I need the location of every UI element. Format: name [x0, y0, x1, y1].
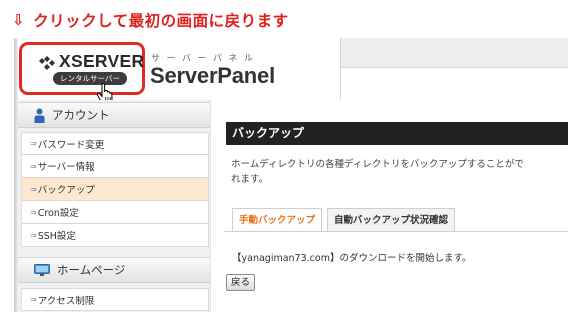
arrow-bullet-icon: ⇒: [30, 139, 37, 148]
logo-badge: レンタルサーバー: [53, 72, 127, 85]
sidebar-item-password[interactable]: ⇒ パスワード変更: [21, 132, 209, 155]
down-arrow-icon: ⇩: [12, 11, 26, 29]
description-line-1: ホームディレクトリの各種ディレクトリをバックアップすることがで: [231, 159, 524, 170]
arrow-bullet-icon: ⇒: [30, 230, 37, 240]
sidebar-item-server-info[interactable]: ⇒ サーバー情報: [21, 155, 209, 178]
brand-title: ServerPanel: [150, 63, 275, 88]
sidebar-item-label: アクセス制限: [37, 295, 95, 307]
download-message: 【yanagiman73.com】のダウンロードを開始します。: [232, 253, 472, 264]
monitor-icon: [34, 263, 50, 276]
instruction-text: クリックして最初の画面に戻ります: [33, 12, 289, 30]
sidebar-section-account[interactable]: アカウント: [18, 102, 210, 128]
instruction-annotation: ⇩ クリックして最初の画面に戻ります: [12, 9, 289, 31]
sidebar-item-backup[interactable]: ⇒ バックアップ: [21, 178, 209, 201]
sidebar-section-title: アカウント: [52, 108, 110, 122]
tabs-divider: [224, 231, 568, 232]
sidebar-item-label: サーバー情報: [37, 162, 95, 173]
arrow-bullet-icon: ⇒: [30, 161, 37, 171]
sidebar-item-label: Cron設定: [37, 208, 79, 219]
sidebar: アカウント ⇒ パスワード変更 ⇒ サーバー情報 ⇒ バックアップ ⇒ Cron…: [18, 100, 210, 312]
header-right-area: [340, 68, 568, 100]
page-title: バックアップ: [226, 122, 568, 145]
header-top-bar: [340, 38, 568, 68]
page-description: ホームディレクトリの各種ディレクトリをバックアップすることがで れます。: [231, 157, 561, 187]
main-content: バックアップ ホームディレクトリの各種ディレクトリをバックアップすることがで れ…: [210, 100, 568, 312]
back-button[interactable]: 戻る: [226, 274, 256, 291]
sidebar-item-cron[interactable]: ⇒ Cron設定: [21, 201, 209, 224]
tab-manual-backup[interactable]: 手動バックアップ: [232, 208, 323, 231]
logo-text: XSERVER: [59, 51, 145, 71]
content-divider: [210, 100, 211, 312]
arrow-bullet-icon: ⇒: [30, 295, 37, 304]
description-line-2: れます。: [231, 174, 269, 185]
user-icon: [34, 108, 45, 123]
homepage-menu: ⇒ アクセス制限: [21, 288, 209, 311]
sidebar-section-title: ホームページ: [57, 263, 126, 277]
sidebar-item-label: パスワード変更: [37, 139, 105, 151]
tab-auto-backup-status[interactable]: 自動バックアップ状況確認: [327, 208, 456, 231]
sidebar-item-label: SSH設定: [37, 231, 76, 242]
backup-tabs: 手動バックアップ 自動バックアップ状況確認: [232, 208, 460, 231]
sidebar-section-homepage[interactable]: ホームページ: [18, 257, 210, 283]
sidebar-item-access-restriction[interactable]: ⇒ アクセス制限: [21, 288, 209, 311]
arrow-bullet-icon: ⇒: [30, 184, 37, 194]
sidebar-item-ssh[interactable]: ⇒ SSH設定: [21, 224, 209, 247]
account-menu: ⇒ パスワード変更 ⇒ サーバー情報 ⇒ バックアップ ⇒ Cron設定 ⇒ S…: [21, 132, 209, 247]
arrow-bullet-icon: ⇒: [30, 207, 37, 217]
diamond-logo-icon: [39, 56, 55, 70]
sidebar-item-label: バックアップ: [37, 185, 95, 196]
xserver-logo-link[interactable]: XSERVER レンタルサーバー: [19, 42, 145, 95]
